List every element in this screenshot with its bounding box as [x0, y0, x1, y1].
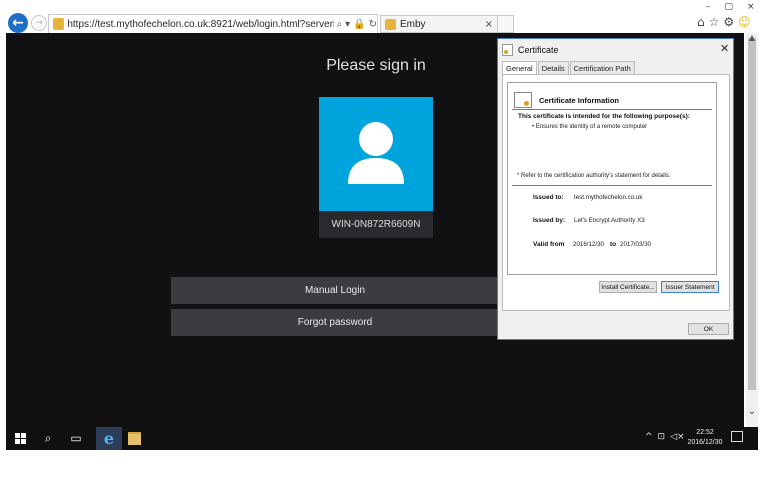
refer-note: * Refer to the certification authority's…	[517, 173, 671, 179]
ok-button[interactable]: OK	[688, 323, 729, 335]
issued-by-value: Let's Encrypt Authority X3	[574, 217, 645, 224]
divider	[512, 185, 712, 186]
clock-time: 22:52	[696, 429, 714, 436]
manual-login-button[interactable]: Manual Login	[171, 277, 499, 304]
issued-to-label: Issued to:	[533, 194, 564, 201]
scrollbar-thumb[interactable]	[748, 38, 756, 390]
system-tray: ^ ⊡ ◁×	[645, 432, 685, 442]
restore-button[interactable]: ▢	[725, 2, 734, 14]
lock-icon[interactable]: 🔒	[353, 19, 365, 30]
url-text[interactable]: https://test.mythofechelon.co.uk:8921/we…	[67, 19, 333, 30]
purpose-heading: This certificate is intended for the fol…	[518, 113, 690, 120]
tray-chevron-icon[interactable]: ^	[645, 432, 653, 442]
certificate-icon	[514, 92, 532, 108]
minimize-button[interactable]: –	[706, 2, 711, 14]
windows-logo-icon	[14, 432, 26, 444]
search-icon[interactable]: ⌕	[337, 19, 343, 30]
tab-close-icon[interactable]: ×	[485, 19, 493, 30]
user-tile[interactable]	[319, 97, 433, 211]
scroll-up-icon[interactable]: ▲	[746, 33, 758, 43]
feedback-smiley-icon[interactable]: ☺	[738, 15, 751, 29]
forward-arrow-icon: →	[35, 18, 43, 28]
certificate-icon	[502, 44, 513, 56]
certificate-dialog: Certificate ✕ General Details Certificat…	[497, 38, 734, 340]
file-explorer-taskbar-icon[interactable]	[128, 432, 141, 445]
clock-date: 2016/12/30	[687, 439, 723, 446]
back-button[interactable]: ←	[8, 13, 28, 33]
network-icon[interactable]: ⊡	[658, 432, 666, 442]
install-certificate-button[interactable]: Install Certificate...	[599, 281, 657, 293]
tab-details[interactable]: Details	[537, 61, 569, 75]
purpose-item: • Ensures the identity of a remote compu…	[532, 124, 648, 130]
internet-explorer-taskbar-icon[interactable]: e	[96, 427, 122, 450]
home-icon[interactable]: ⌂	[697, 15, 705, 29]
close-window-button[interactable]: ×	[747, 2, 755, 14]
tab-favicon-icon	[385, 18, 396, 30]
issuer-statement-button[interactable]: Issuer Statement	[661, 281, 719, 293]
taskbar-clock[interactable]: 22:52 2016/12/30	[685, 428, 725, 448]
back-arrow-icon: ←	[12, 15, 24, 31]
tab-general[interactable]: General	[502, 61, 537, 75]
valid-to-value: 2017/03/30	[620, 241, 651, 248]
tab-certification-path[interactable]: Certification Path	[569, 61, 635, 75]
window-controls: – ▢ ×	[706, 2, 766, 14]
start-windows-icon[interactable]	[12, 430, 28, 446]
page-title: Please sign in	[326, 57, 426, 74]
address-bar[interactable]: https://test.mythofechelon.co.uk:8921/we…	[48, 14, 378, 34]
forgot-password-button[interactable]: Forgot password	[171, 309, 499, 336]
site-favicon-icon	[53, 18, 65, 30]
new-tab-button[interactable]	[497, 15, 514, 33]
dialog-title: Certificate	[518, 45, 559, 55]
info-heading-text: Certificate Information	[539, 95, 620, 105]
browser-tab[interactable]: Emby ×	[380, 15, 498, 33]
issued-by-label: Issued by:	[533, 217, 566, 224]
divider	[512, 109, 712, 110]
user-avatar-icon	[348, 122, 404, 184]
favorites-star-icon[interactable]: ☆	[709, 15, 720, 29]
valid-from-value: 2016/12/30	[573, 241, 604, 248]
dialog-tabs: General Details Certification Path	[502, 61, 636, 75]
search-taskbar-icon[interactable]: ⌕	[40, 430, 56, 446]
dialog-titlebar: Certificate	[502, 44, 559, 56]
dialog-close-icon[interactable]: ✕	[720, 42, 729, 55]
task-view-icon[interactable]: ▭	[68, 430, 84, 446]
tab-title: Emby	[400, 18, 426, 30]
user-tile-label[interactable]: WIN-0N872R6609N	[319, 211, 433, 238]
settings-gear-icon[interactable]: ⚙	[723, 15, 734, 29]
scroll-down-icon[interactable]: ⌄	[746, 406, 758, 418]
dropdown-icon[interactable]: ▾	[345, 19, 350, 30]
certificate-info-heading: Certificate Information	[514, 92, 619, 108]
volume-muted-icon[interactable]: ◁×	[670, 432, 684, 442]
browser-right-icons: ⌂ ☆ ⚙ ☺	[697, 15, 751, 29]
forward-button[interactable]: →	[31, 15, 47, 31]
valid-to-label: to	[610, 241, 617, 248]
issued-to-value: test.mythofechelon.co.uk	[574, 194, 643, 201]
valid-from-label: Valid from	[533, 241, 565, 248]
action-center-icon[interactable]	[731, 431, 743, 442]
refresh-icon[interactable]: ↻	[369, 19, 377, 30]
